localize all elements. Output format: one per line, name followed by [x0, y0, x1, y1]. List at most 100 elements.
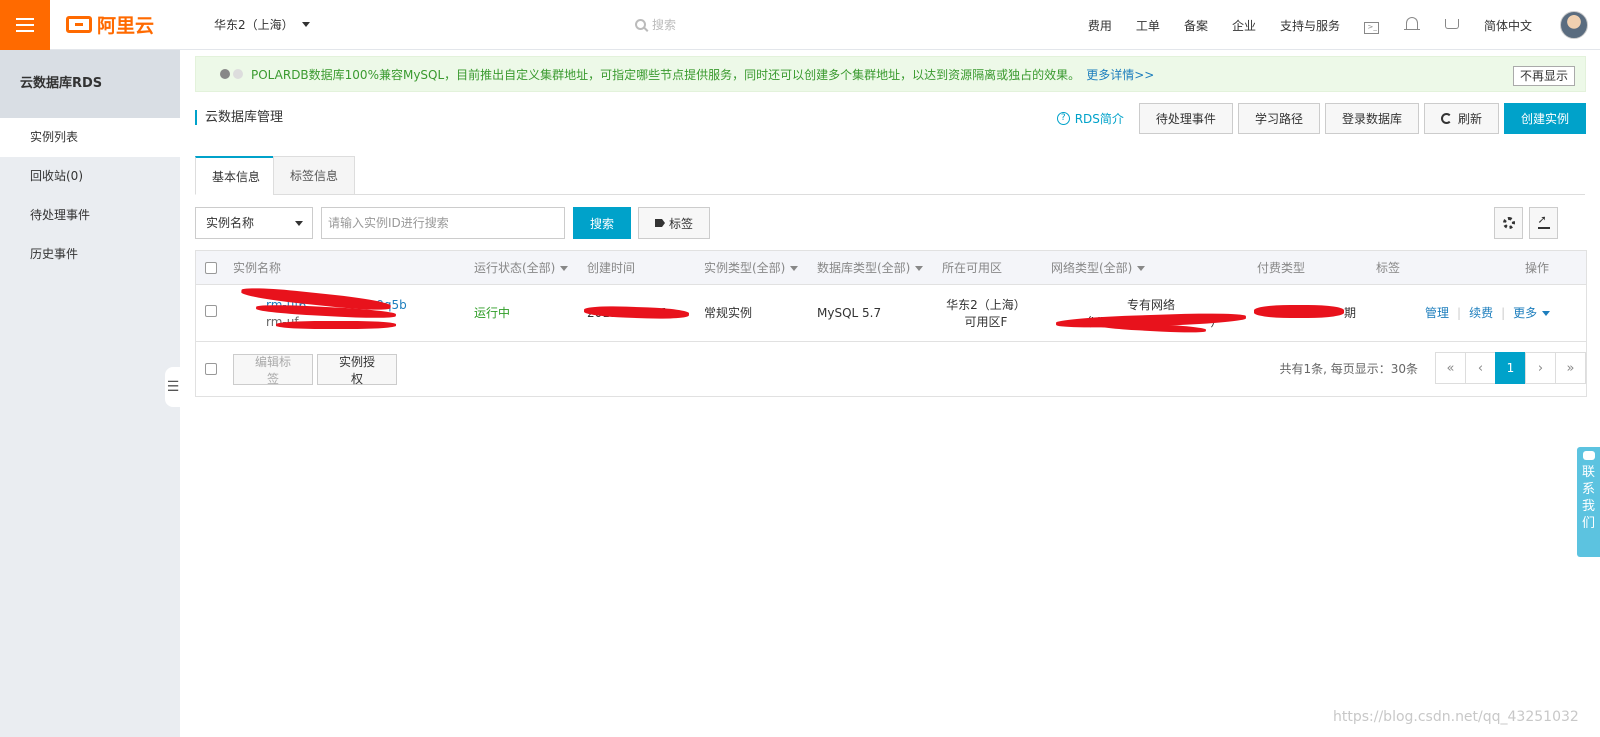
chevron-down-icon — [1542, 311, 1551, 316]
search-button[interactable]: 搜索 — [573, 207, 631, 239]
carousel-dot-active[interactable] — [220, 69, 230, 79]
chevron-down-icon — [301, 22, 310, 27]
chevron-down-icon — [1137, 266, 1146, 271]
chat-icon — [1582, 451, 1595, 460]
col-header-tags: 标签 — [1376, 261, 1401, 275]
gear-icon — [1502, 217, 1515, 229]
settings-button[interactable] — [1494, 207, 1523, 239]
export-button[interactable] — [1529, 207, 1558, 239]
page-1-button[interactable]: 1 — [1495, 352, 1526, 384]
carousel-dot[interactable] — [233, 69, 243, 79]
terminal-icon[interactable]: >_ — [1352, 17, 1392, 34]
aliyun-logo[interactable]: 阿里云 — [66, 11, 154, 38]
top-right-nav: 费用 工单 备案 企业 支持与服务 >_ 简体中文 — [1076, 0, 1600, 50]
pending-events-button[interactable]: 待处理事件 — [1138, 103, 1233, 134]
sidebar-collapse-icon[interactable]: ☰ — [165, 367, 181, 407]
pagination: « ‹ 1 › » — [1435, 352, 1586, 384]
first-page-button[interactable]: « — [1435, 352, 1466, 384]
select-all-checkbox[interactable] — [205, 262, 217, 274]
tag-filter-button[interactable]: 标签 — [638, 207, 710, 239]
more-actions-dropdown[interactable]: 更多 — [1513, 306, 1551, 320]
refresh-button[interactable]: 刷新 — [1423, 103, 1499, 134]
notice-dismiss-button[interactable]: 不再显示 — [1512, 66, 1575, 86]
zone-region: 华东2（上海） — [946, 298, 1026, 312]
refresh-icon — [1440, 113, 1452, 124]
chevron-down-icon — [560, 266, 569, 271]
edit-tags-button[interactable]: 编辑标签 — [233, 354, 313, 386]
top-search-placeholder: 搜索 — [652, 18, 677, 32]
sidebar-item-instance-list[interactable]: 实例列表 — [0, 118, 180, 157]
actions-cell: 管理 | 续费 | 更多 — [1425, 305, 1551, 322]
manage-link[interactable]: 管理 — [1425, 306, 1449, 320]
question-icon: ? — [1056, 112, 1070, 125]
status-cell: 运行中 — [474, 306, 511, 320]
nav-link-fees[interactable]: 费用 — [1088, 17, 1112, 34]
col-header-db-type[interactable]: 数据库类型(全部) — [817, 251, 924, 285]
tag-icon — [654, 219, 665, 227]
learning-path-button[interactable]: 学习路径 — [1237, 103, 1320, 134]
contact-char: 我 — [1581, 499, 1595, 514]
top-search[interactable]: 搜索 — [635, 16, 676, 33]
bell-icon[interactable] — [1392, 17, 1432, 33]
col-header-db-type-label: 数据库类型(全部) — [817, 261, 911, 275]
table-row: rm-uf69q5b rm-uf 运行中 2019-05-21 1 常规实例 M… — [196, 285, 1586, 342]
redaction-mark — [276, 321, 396, 329]
login-database-button[interactable]: 登录数据库 — [1324, 103, 1419, 134]
col-header-status[interactable]: 运行状态(全部) — [474, 251, 569, 285]
region-selector[interactable]: 华东2（上海） — [214, 16, 310, 33]
rds-intro-label: RDS简介 — [1074, 112, 1124, 126]
prev-page-button[interactable]: ‹ — [1465, 352, 1496, 384]
sidebar-item-pending-events[interactable]: 待处理事件 — [0, 196, 180, 235]
next-page-button[interactable]: › — [1525, 352, 1556, 384]
rds-intro-link[interactable]: ? RDS简介 — [1056, 110, 1124, 127]
notice-more-link[interactable]: 更多详情>> — [1086, 66, 1154, 83]
col-header-actions: 操作 — [1525, 261, 1550, 275]
search-icon — [635, 19, 646, 30]
more-actions-label: 更多 — [1513, 306, 1538, 320]
billing-cell: 期 — [1344, 306, 1357, 320]
instance-search-input[interactable] — [321, 207, 565, 239]
nav-link-support[interactable]: 支持与服务 — [1280, 17, 1340, 34]
contact-char: 联 — [1581, 465, 1595, 480]
chevron-down-icon — [915, 266, 924, 271]
search-toolbar: 实例名称 搜索 标签 — [195, 207, 1587, 239]
instance-type-cell: 常规实例 — [704, 306, 753, 320]
aliyun-logo-icon — [66, 16, 92, 33]
watermark: https://blog.csdn.net/qq_43251032 — [1333, 709, 1579, 725]
col-header-name: 实例名称 — [233, 261, 282, 275]
region-label: 华东2（上海） — [214, 18, 294, 32]
cart-icon[interactable] — [1432, 17, 1472, 33]
network-type: 专有网络 — [1126, 298, 1175, 312]
instance-table: 实例名称 运行状态(全部) 创建时间 实例类型(全部) 数据库类型(全部) 所在… — [195, 250, 1587, 397]
hamburger-menu-icon[interactable] — [0, 0, 50, 50]
nav-link-tickets[interactable]: 工单 — [1136, 17, 1160, 34]
filter-select[interactable]: 实例名称 — [195, 207, 313, 239]
notice-banner: POLARDB数据库100%兼容MySQL，目前推出自定义集群地址，可指定哪些节… — [195, 56, 1586, 92]
authorize-instance-button[interactable]: 实例授权 — [317, 354, 397, 386]
contact-char: 们 — [1581, 516, 1595, 531]
footer-select-all-checkbox[interactable] — [205, 363, 217, 375]
tab-basic-info[interactable]: 基本信息 — [195, 156, 278, 195]
language-selector[interactable]: 简体中文 — [1484, 17, 1532, 34]
sidebar-item-history-events[interactable]: 历史事件 — [0, 235, 180, 274]
tab-tag-info[interactable]: 标签信息 — [273, 156, 356, 195]
main-content: POLARDB数据库100%兼容MySQL，目前推出自定义集群地址，可指定哪些节… — [180, 50, 1600, 737]
contact-us-button[interactable]: 联 系 我 们 — [1577, 447, 1600, 557]
row-checkbox[interactable] — [205, 305, 217, 317]
table-header: 实例名称 运行状态(全部) 创建时间 实例类型(全部) 数据库类型(全部) 所在… — [196, 251, 1586, 285]
create-instance-button[interactable]: 创建实例 — [1503, 103, 1586, 134]
page-title: 云数据库管理 — [195, 110, 283, 125]
nav-link-enterprise[interactable]: 企业 — [1232, 17, 1256, 34]
col-header-status-label: 运行状态(全部) — [474, 261, 556, 275]
pagination-summary: 共有1条, 每页显示：30条 — [1279, 362, 1418, 376]
col-header-network[interactable]: 网络类型(全部) — [1051, 251, 1146, 285]
last-page-button[interactable]: » — [1555, 352, 1586, 384]
avatar[interactable] — [1560, 11, 1588, 39]
redaction-mark — [1254, 305, 1344, 318]
renew-link[interactable]: 续费 — [1469, 306, 1493, 320]
sidebar-item-recycle-bin[interactable]: 回收站(0) — [0, 157, 180, 196]
notice-text: POLARDB数据库100%兼容MySQL，目前推出自定义集群地址，可指定哪些节… — [251, 67, 1081, 82]
col-header-instance-type[interactable]: 实例类型(全部) — [704, 251, 799, 285]
col-header-network-label: 网络类型(全部) — [1051, 261, 1133, 275]
nav-link-icp[interactable]: 备案 — [1184, 17, 1208, 34]
